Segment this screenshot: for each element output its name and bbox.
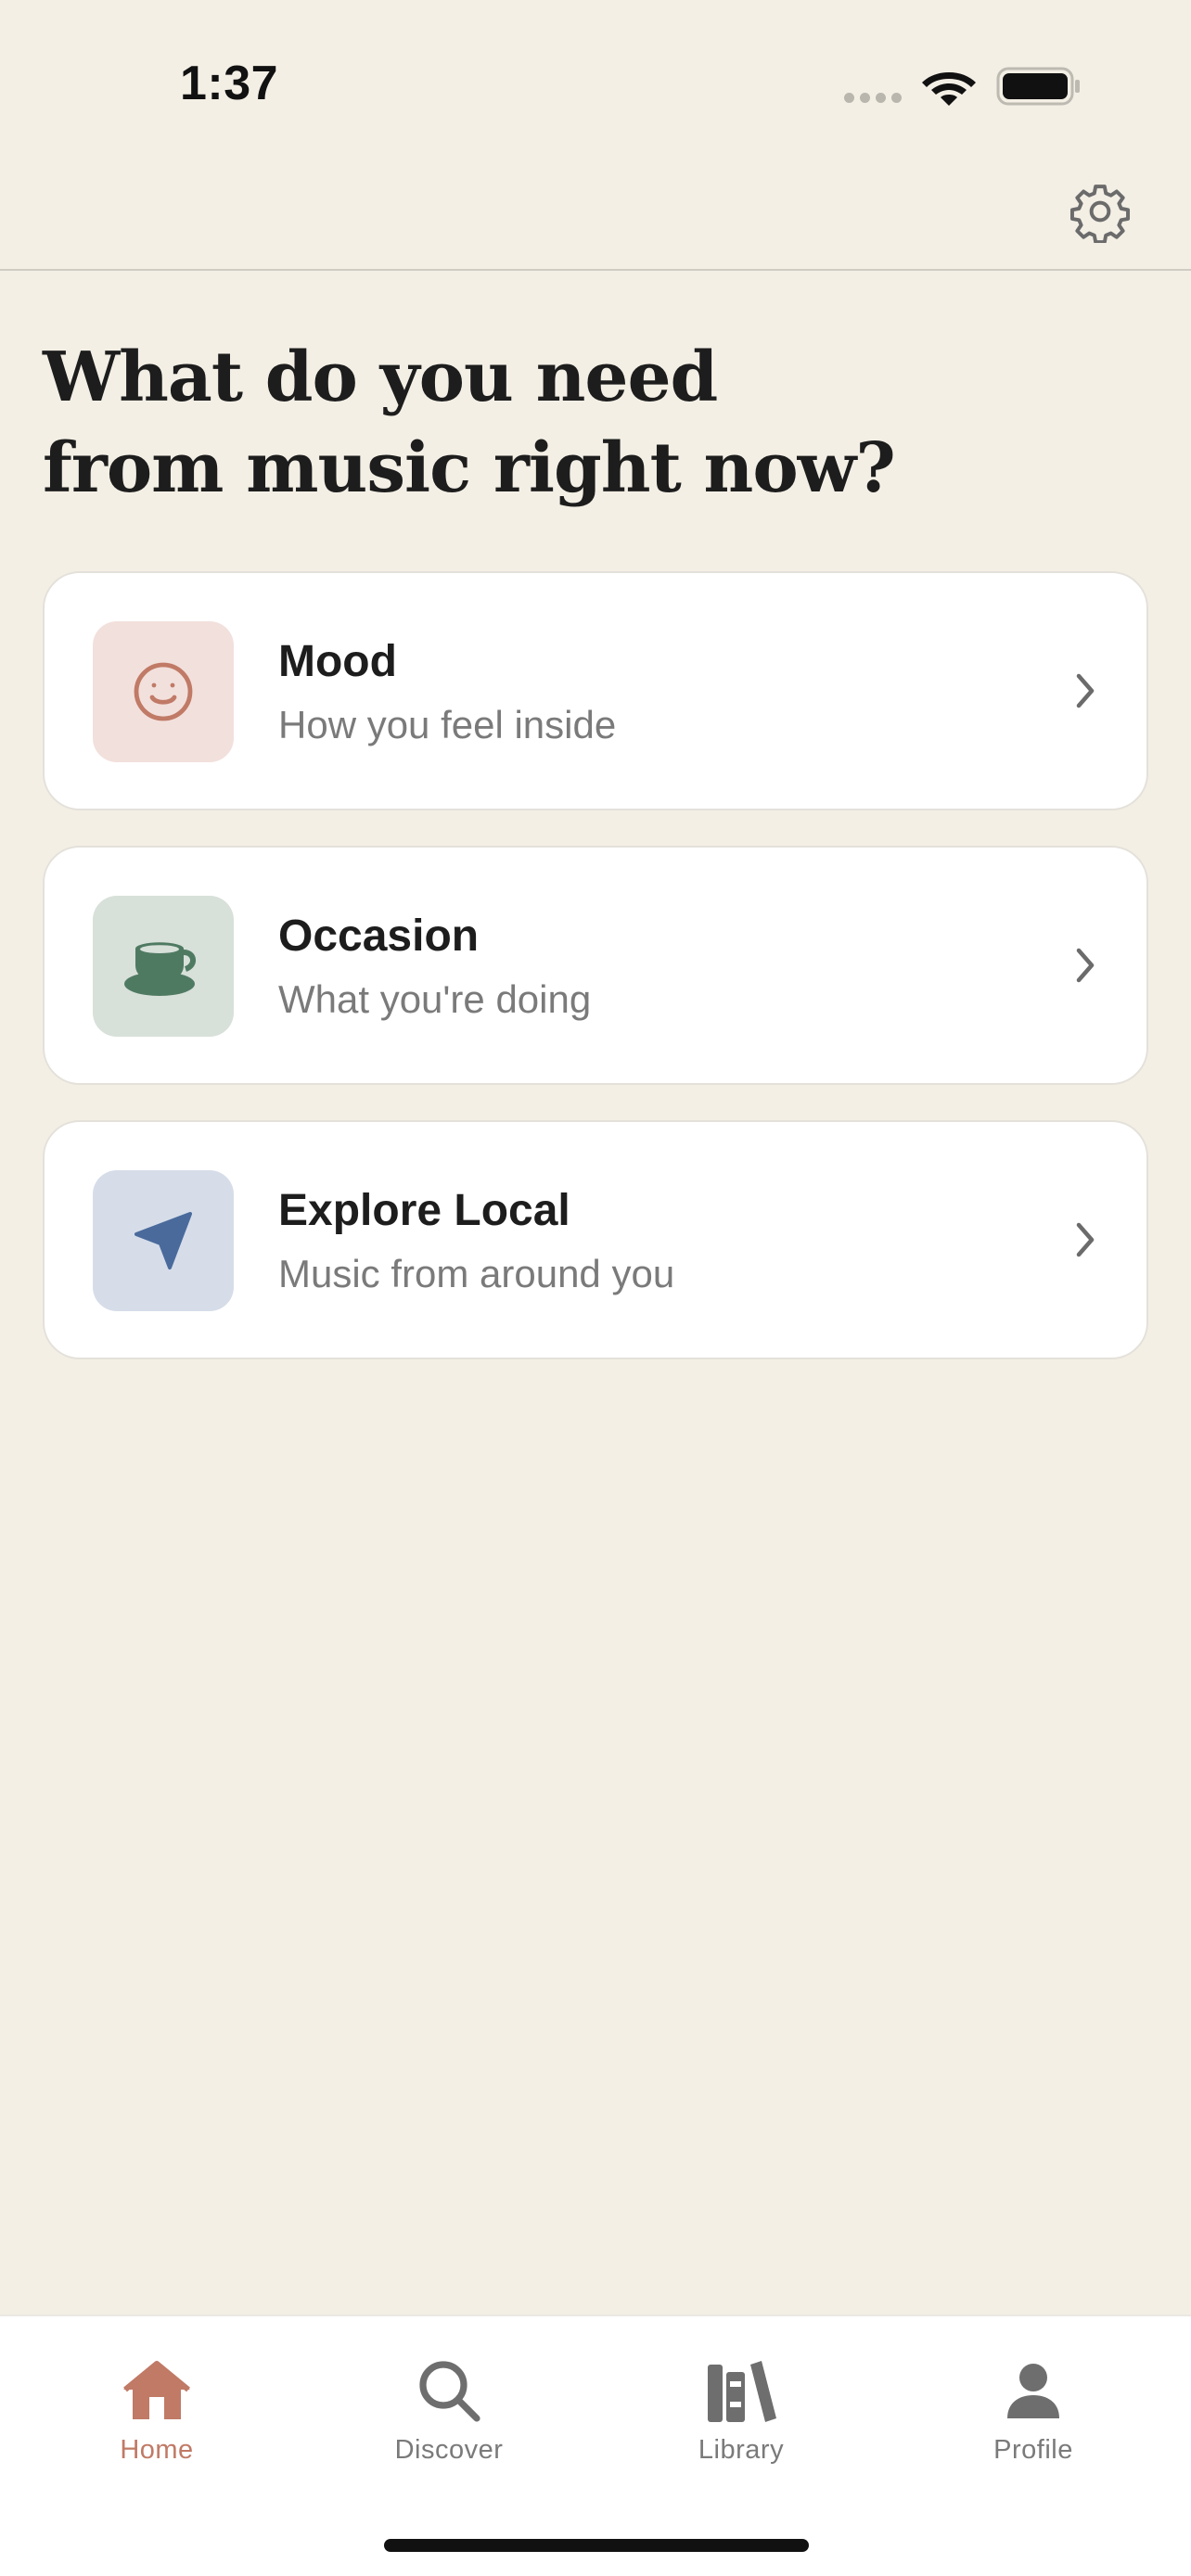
bottom-tab-bar: Home Discover Library Profile [0,2315,1191,2576]
tab-discover-label: Discover [394,2435,504,2465]
location-arrow-icon [134,1212,192,1269]
tab-profile[interactable]: Profile [941,2353,1126,2483]
occasion-card[interactable]: Occasion What you're doing [43,846,1148,1085]
person-icon [994,2353,1072,2428]
mood-card-title: Mood [278,637,397,686]
page-title-line-2: from music right now? [43,428,896,508]
explore-local-card-text: Explore Local Music from around you [278,1183,674,1298]
magnifier-icon [410,2353,488,2428]
page-title: What do you need from music right now? [43,332,1063,514]
tab-discover[interactable]: Discover [356,2353,542,2483]
chevron-right-icon [1076,673,1095,708]
battery-icon [996,67,1080,106]
occasion-card-text: Occasion What you're doing [278,909,591,1024]
coffee-cup-icon [124,942,196,996]
mood-card[interactable]: Mood How you feel inside [43,571,1148,810]
wifi-icon [922,72,976,106]
smiley-face-icon [134,662,193,721]
tab-library[interactable]: Library [648,2353,834,2483]
mood-icon-tile [93,621,234,762]
tab-home[interactable]: Home [64,2353,250,2483]
mood-card-text: Mood How you feel inside [278,634,616,749]
mood-card-subtitle: How you feel inside [278,703,617,746]
occasion-card-subtitle: What you're doing [278,977,592,1021]
page-title-line-1: What do you need [43,338,718,417]
category-card-list: Mood How you feel inside Occasion What y… [43,571,1148,1395]
gear-icon [1069,185,1131,243]
occasion-icon-tile [93,896,234,1037]
cellular-signal-icon [844,93,902,103]
header-divider [0,269,1191,271]
explore-local-icon-tile [93,1170,234,1311]
status-time: 1:37 [180,57,279,110]
home-screen: 1:37 What do you need from music right n… [0,0,1191,2576]
status-bar: 1:37 [0,0,1191,176]
chevron-right-icon [1076,948,1095,983]
tab-home-label: Home [120,2435,194,2465]
books-icon [702,2353,780,2428]
explore-local-card-title: Explore Local [278,1186,570,1235]
explore-local-card[interactable]: Explore Local Music from around you [43,1120,1148,1359]
tab-library-label: Library [698,2435,785,2465]
settings-button[interactable] [1067,178,1133,245]
explore-local-card-subtitle: Music from around you [278,1252,675,1295]
occasion-card-title: Occasion [278,912,480,961]
tab-profile-label: Profile [993,2435,1073,2465]
chevron-right-icon [1076,1222,1095,1257]
home-indicator [384,2539,809,2552]
home-icon [118,2353,196,2428]
